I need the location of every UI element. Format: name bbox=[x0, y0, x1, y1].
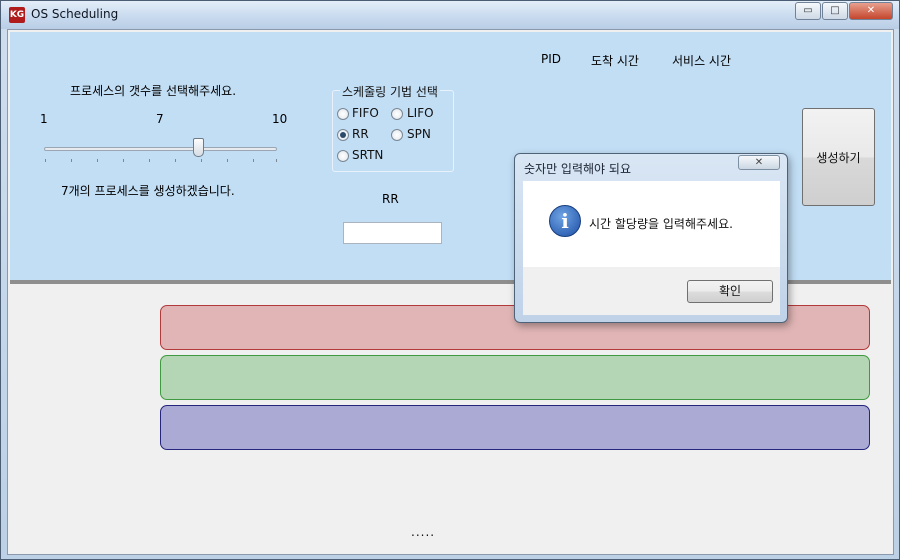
slider-tick bbox=[71, 159, 72, 162]
process-bar-blue bbox=[160, 405, 870, 450]
header-arrival-time: 도착 시간 bbox=[591, 54, 639, 68]
dialog-message: 시간 할당량을 입력해주세요. bbox=[589, 217, 733, 231]
message-dialog: 숫자만 입력해야 되요 ✕ i 시간 할당량을 입력해주세요. 확인 bbox=[514, 153, 788, 323]
selected-algorithm-label: RR bbox=[382, 192, 399, 206]
close-button[interactable]: ✕ bbox=[849, 2, 893, 20]
title-bar[interactable]: KG OS Scheduling ▭ □ ✕ bbox=[1, 1, 899, 29]
dialog-title: 숫자만 입력해야 되요 bbox=[524, 162, 631, 176]
app-window: KG OS Scheduling ▭ □ ✕ 프로세스의 갯수를 선택해주세요.… bbox=[0, 0, 900, 560]
process-count-result: 7개의 프로세스를 생성하겠습니다. bbox=[61, 184, 235, 198]
header-pid: PID bbox=[541, 52, 562, 66]
ok-button[interactable]: 확인 bbox=[687, 280, 773, 303]
radio-srtn[interactable] bbox=[337, 150, 349, 162]
dialog-body: i 시간 할당량을 입력해주세요. bbox=[523, 181, 780, 267]
dialog-close-button[interactable]: ✕ bbox=[738, 155, 780, 170]
slider-mid-label: 7 bbox=[156, 112, 164, 126]
radio-spn[interactable] bbox=[391, 129, 403, 141]
slider-tick bbox=[201, 159, 202, 162]
slider-tick bbox=[276, 159, 277, 162]
app-icon: KG bbox=[9, 7, 25, 23]
status-dots: ..... bbox=[411, 525, 436, 539]
slider-min-label: 1 bbox=[40, 112, 48, 126]
slider-tick bbox=[149, 159, 150, 162]
radio-spn-label[interactable]: SPN bbox=[407, 127, 431, 141]
window-title: OS Scheduling bbox=[31, 7, 119, 21]
slider-tick bbox=[123, 159, 124, 162]
radio-fifo[interactable] bbox=[337, 108, 349, 120]
slider-max-label: 10 bbox=[272, 112, 288, 126]
process-count-prompt: 프로세스의 갯수를 선택해주세요. bbox=[70, 84, 237, 98]
slider-tick bbox=[253, 159, 254, 162]
radio-rr-label[interactable]: RR bbox=[352, 127, 369, 141]
dialog-footer: 확인 bbox=[523, 267, 780, 315]
maximize-button[interactable]: □ bbox=[822, 2, 848, 20]
generate-button[interactable]: 생성하기 bbox=[802, 108, 875, 206]
radio-srtn-label[interactable]: SRTN bbox=[352, 148, 383, 162]
radio-rr[interactable] bbox=[337, 129, 349, 141]
slider-thumb[interactable] bbox=[193, 138, 204, 157]
process-count-slider[interactable] bbox=[44, 147, 277, 151]
slider-tick bbox=[97, 159, 98, 162]
time-quantum-input[interactable] bbox=[343, 222, 442, 244]
slider-tick bbox=[227, 159, 228, 162]
header-service-time: 서비스 시간 bbox=[672, 54, 732, 68]
slider-tick bbox=[175, 159, 176, 162]
scheduling-group-title: 스케줄링 기법 선택 bbox=[340, 83, 440, 100]
process-bar-green bbox=[160, 355, 870, 400]
minimize-button[interactable]: ▭ bbox=[795, 2, 821, 20]
window-controls: ▭ □ ✕ bbox=[794, 2, 893, 20]
radio-lifo-label[interactable]: LIFO bbox=[407, 106, 434, 120]
radio-fifo-label[interactable]: FIFO bbox=[352, 106, 379, 120]
info-icon: i bbox=[549, 205, 581, 237]
slider-tick bbox=[45, 159, 46, 162]
radio-lifo[interactable] bbox=[391, 108, 403, 120]
